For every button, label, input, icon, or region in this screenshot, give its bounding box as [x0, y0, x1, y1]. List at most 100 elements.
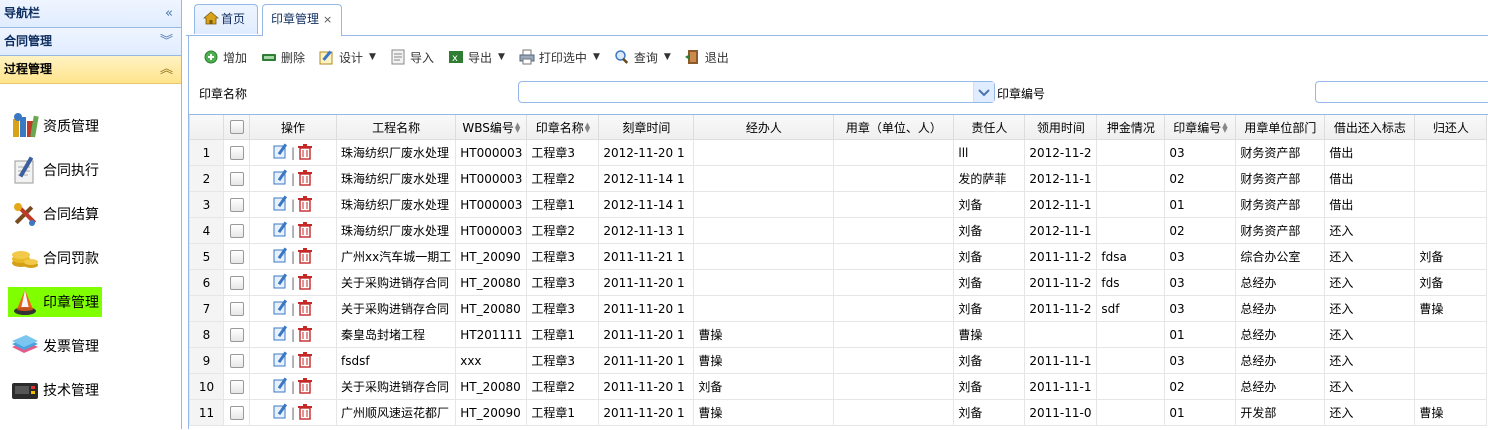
nav-header: 导航栏 « — [0, 0, 181, 28]
table-cell: 02 — [1164, 373, 1237, 400]
table-row[interactable]: 10 | 关于采购进销存合同 HT_20080 工程章2 2011-11-20 1 刘备 刘备… — [189, 373, 1488, 400]
row-number: 11 — [189, 399, 224, 426]
seal-name-combo[interactable] — [518, 81, 995, 103]
trash-icon[interactable] — [297, 247, 313, 267]
table-cell: 2012-11-14 1 — [598, 165, 695, 192]
trash-icon[interactable] — [297, 351, 313, 371]
add-button[interactable]: 增加 — [203, 49, 247, 66]
edit-icon[interactable] — [273, 377, 289, 396]
delete-button[interactable]: 删除 — [261, 49, 305, 66]
close-tab-icon[interactable]: × — [323, 13, 332, 26]
export-button[interactable]: x 导出 ▼ — [448, 49, 505, 66]
chevron-down-icon[interactable] — [973, 82, 994, 102]
trash-icon[interactable] — [297, 143, 313, 163]
edit-icon[interactable] — [273, 273, 289, 292]
tab-home[interactable]: 首页 — [194, 4, 258, 34]
column-header[interactable]: 责任人 — [953, 115, 1026, 140]
edit-icon[interactable] — [273, 351, 289, 370]
row-checkbox[interactable] — [223, 217, 250, 244]
chevron-double-down-icon[interactable]: ︾ — [160, 28, 173, 55]
column-header[interactable]: 用章单位部门 — [1235, 115, 1326, 140]
table-cell: 刘备 — [953, 373, 1026, 400]
column-header[interactable]: 归还人 — [1414, 115, 1488, 140]
column-header[interactable]: 用章（单位、人） — [833, 115, 955, 140]
row-checkbox[interactable] — [223, 295, 250, 322]
table-cell: 刘备 — [953, 347, 1026, 374]
row-checkbox[interactable] — [223, 269, 250, 296]
table-cell — [693, 269, 835, 296]
edit-icon[interactable] — [273, 403, 289, 422]
print-label: 打印选中 — [538, 50, 587, 65]
row-checkbox[interactable] — [223, 191, 250, 218]
query-button[interactable]: 查询 ▼ — [614, 49, 671, 66]
row-checkbox[interactable] — [223, 373, 250, 400]
sort-icon[interactable]: ▲ ▼ — [585, 122, 590, 134]
collapse-sidebar-icon[interactable]: « — [165, 0, 173, 27]
section-process-management[interactable]: 过程管理 ︽ — [0, 56, 181, 84]
tab-seal-management[interactable]: 印章管理 × — [262, 4, 342, 36]
exit-button[interactable]: 退出 — [684, 49, 729, 66]
trash-icon[interactable] — [297, 299, 313, 319]
trash-icon[interactable] — [297, 377, 313, 397]
table-row[interactable]: 1 | 珠海纺织厂废水处理 HT000003 工程章3 2012-11-20 1 lll 20… — [189, 139, 1488, 166]
table-row[interactable]: 7 | 关于采购进销存合同 HT_20080 工程章3 2011-11-20 1 刘备 201… — [189, 295, 1488, 322]
table-row[interactable]: 9 | fsdsf xxx 工程章3 2011-11-20 1 曹操 刘备 2011-11-1 0… — [189, 347, 1488, 374]
table-row[interactable]: 3 | 珠海纺织厂废水处理 HT000003 工程章1 2012-11-14 1 刘备 201… — [189, 191, 1488, 218]
column-header[interactable]: 借出还入标志 — [1324, 115, 1416, 140]
column-header[interactable]: 操作 — [249, 115, 337, 140]
sidebar-item-contract-execution[interactable]: 合同执行 — [0, 148, 181, 192]
column-header[interactable]: 刻章时间 — [598, 115, 695, 140]
edit-icon[interactable] — [273, 247, 289, 266]
import-button[interactable]: 导入 — [390, 49, 434, 66]
table-row[interactable]: 5 | 广州xx汽车城一期工 HT_20090 工程章3 2011-11-21 1 刘备 20… — [189, 243, 1488, 270]
sidebar-item-qualification[interactable]: 资质管理 — [0, 104, 181, 148]
edit-icon[interactable] — [273, 195, 289, 214]
table-row[interactable]: 2 | 珠海纺织厂废水处理 HT000003 工程章2 2012-11-14 1 发的萨菲 2… — [189, 165, 1488, 192]
column-header[interactable]: WBS编号▲ ▼ — [455, 115, 528, 140]
trash-icon[interactable] — [297, 195, 313, 215]
edit-icon[interactable] — [273, 299, 289, 318]
row-checkbox[interactable] — [223, 139, 250, 166]
sidebar-item-tech-management[interactable]: 技术管理 — [0, 368, 181, 412]
sort-icon[interactable]: ▲ ▼ — [515, 122, 520, 134]
print-selected-button[interactable]: 打印选中 ▼ — [519, 49, 600, 66]
trash-icon[interactable] — [297, 325, 313, 345]
sort-icon[interactable]: ▲ ▼ — [1222, 122, 1227, 134]
section-contract-management[interactable]: 合同管理 ︾ — [0, 28, 181, 56]
row-checkbox[interactable] — [223, 165, 250, 192]
design-button[interactable]: 设计 ▼ — [319, 49, 376, 66]
chevron-double-up-icon[interactable]: ︽ — [160, 56, 173, 83]
column-header[interactable]: 经办人 — [693, 115, 835, 140]
row-actions: | — [249, 321, 337, 348]
trash-icon[interactable] — [297, 273, 313, 293]
edit-icon[interactable] — [273, 325, 289, 344]
table-row[interactable]: 11 | 广州顺风速运花都厂 HT_20090 工程章1 2011-11-20 1 曹操 刘备… — [189, 399, 1488, 426]
edit-icon[interactable] — [273, 169, 289, 188]
row-checkbox[interactable] — [223, 243, 250, 270]
table-cell: 总经办 — [1235, 321, 1326, 348]
row-checkbox[interactable] — [223, 321, 250, 348]
trash-icon[interactable] — [297, 169, 313, 189]
edit-icon[interactable] — [273, 143, 289, 162]
action-separator: | — [290, 249, 296, 264]
edit-icon[interactable] — [273, 221, 289, 240]
trash-icon[interactable] — [297, 403, 313, 423]
dropdown-arrow-icon: ▼ — [663, 52, 671, 62]
row-checkbox[interactable] — [223, 399, 250, 426]
table-row[interactable]: 8 | 秦皇岛封堵工程 HT201111 工程章1 2011-11-20 1 曹操 曹操 01 总… — [189, 321, 1488, 348]
column-header[interactable]: 印章名称▲ ▼ — [526, 115, 600, 140]
select-all-checkbox[interactable] — [223, 115, 250, 140]
sidebar-item-contract-fine[interactable]: 合同罚款 — [0, 236, 181, 280]
table-row[interactable]: 6 | 关于采购进销存合同 HT_20080 工程章3 2011-11-20 1 刘备 201… — [189, 269, 1488, 296]
row-checkbox[interactable] — [223, 347, 250, 374]
sidebar-item-contract-settlement[interactable]: 合同结算 — [0, 192, 181, 236]
table-row[interactable]: 4 | 珠海纺织厂废水处理 HT000003 工程章2 2012-11-13 1 刘备 201… — [189, 217, 1488, 244]
seal-no-combo[interactable] — [1315, 81, 1488, 103]
column-header[interactable]: 工程名称 — [335, 115, 457, 140]
column-header[interactable]: 印章编号▲ ▼ — [1164, 115, 1237, 140]
sidebar-item-invoice-management[interactable]: 发票管理 — [0, 324, 181, 368]
trash-icon[interactable] — [297, 221, 313, 241]
column-header[interactable]: 押金情况 — [1096, 115, 1166, 140]
column-header[interactable]: 领用时间 — [1024, 115, 1098, 140]
sidebar-item-seal-management[interactable]: 印章管理 — [0, 280, 181, 324]
